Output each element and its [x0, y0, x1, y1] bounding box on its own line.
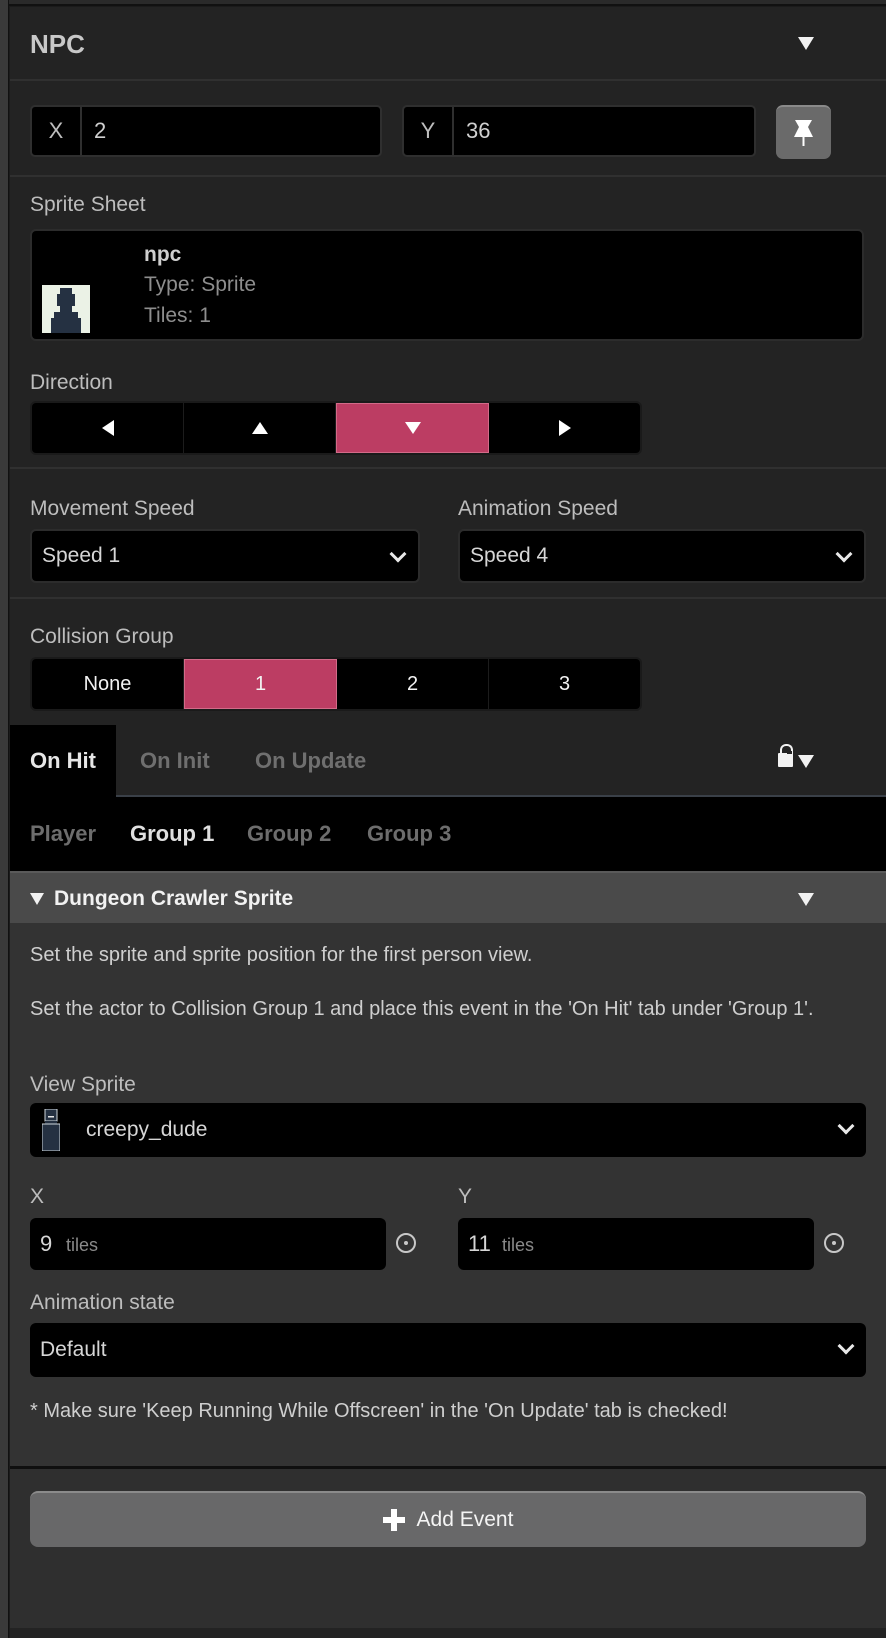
y-coordinate-field[interactable]: Y 36: [402, 105, 756, 157]
sprite-type: Type: Sprite: [144, 273, 256, 297]
position-row: X 2 Y 36: [10, 81, 886, 177]
event-x-value: 9: [40, 1231, 53, 1256]
arrow-up-icon: [251, 422, 268, 434]
subtab-group-1[interactable]: Group 1: [130, 797, 214, 871]
direction-down-button[interactable]: [336, 403, 489, 453]
event-y-value: 11: [468, 1231, 491, 1256]
actor-name[interactable]: NPC: [30, 29, 85, 60]
view-sprite-value: creepy_dude: [86, 1118, 208, 1141]
npc-sprite-icon: [51, 288, 81, 333]
sprite-section: Sprite Sheet npc Type: Sprite Tiles: 1 D…: [10, 177, 886, 469]
collision-group-selector: None 1 2 3: [30, 657, 642, 711]
sprite-sheet-label: Sprite Sheet: [30, 193, 146, 216]
add-event-button[interactable]: Add Event: [30, 1491, 866, 1547]
speed-section: Movement Speed Speed 1 Animation Speed S…: [10, 469, 886, 599]
window-top-edge: [0, 0, 886, 6]
tab-on-init[interactable]: On Init: [140, 725, 210, 797]
direction-selector: [30, 401, 642, 455]
chevron-down-icon: [837, 1117, 855, 1135]
panel-resize-rail[interactable]: [0, 0, 9, 1638]
collapse-event-icon[interactable]: [30, 893, 44, 905]
pin-button[interactable]: [776, 105, 831, 159]
movement-speed-select[interactable]: Speed 1: [30, 529, 420, 583]
plus-icon: [382, 1509, 405, 1531]
chevron-down-icon: [835, 545, 853, 563]
sprite-type-label: Type:: [144, 273, 196, 296]
event-x-input[interactable]: 9 tiles: [30, 1218, 386, 1270]
y-value[interactable]: 36: [466, 107, 490, 155]
actor-header: NPC: [10, 7, 886, 81]
animation-state-label: Animation state: [30, 1291, 175, 1314]
x-value[interactable]: 2: [94, 107, 106, 155]
animation-state-select[interactable]: Default: [30, 1323, 866, 1377]
event-body: Set the sprite and sprite position for t…: [10, 923, 886, 1469]
pin-icon: [794, 120, 813, 146]
sprite-name: npc: [144, 243, 182, 266]
x-coordinate-field[interactable]: X 2: [30, 105, 382, 157]
tab-on-update[interactable]: On Update: [255, 725, 366, 797]
event-description-1: Set the sprite and sprite position for t…: [30, 944, 533, 966]
sprite-tiles-value: 1: [199, 304, 211, 327]
arrow-left-icon: [101, 420, 114, 436]
event-menu-dropdown-icon[interactable]: [798, 893, 814, 906]
y-label: Y: [404, 107, 454, 155]
sprite-sheet-selector[interactable]: npc Type: Sprite Tiles: 1: [30, 229, 864, 341]
event-title: Dungeon Crawler Sprite: [54, 887, 294, 910]
subtab-group-2[interactable]: Group 2: [247, 797, 331, 871]
movement-speed-value: Speed 1: [42, 544, 121, 567]
movement-speed-label: Movement Speed: [30, 497, 195, 520]
panel-bottom-strip: [10, 1628, 886, 1638]
select-position-icon[interactable]: [396, 1233, 416, 1253]
unlock-icon[interactable]: [778, 744, 793, 767]
animation-state-value: Default: [40, 1338, 107, 1361]
collision-group-3[interactable]: 3: [489, 659, 640, 709]
event-y-unit: tiles: [502, 1235, 535, 1255]
add-event-label: Add Event: [416, 1508, 514, 1531]
creepy-dude-sprite-icon: [42, 1109, 60, 1151]
event-note: * Make sure 'Keep Running While Offscree…: [30, 1400, 728, 1422]
direction-left-button[interactable]: [32, 403, 184, 453]
collision-group-2[interactable]: 2: [337, 659, 489, 709]
actor-menu-dropdown-icon[interactable]: [798, 37, 814, 50]
animation-speed-value: Speed 4: [470, 544, 549, 567]
animation-speed-label: Animation Speed: [458, 497, 618, 520]
collision-group-none[interactable]: None: [32, 659, 184, 709]
sprite-thumbnail: [42, 285, 90, 333]
event-footer: Add Event: [10, 1469, 886, 1638]
script-menu-dropdown-icon[interactable]: [798, 755, 814, 768]
select-position-icon[interactable]: [824, 1233, 844, 1253]
sprite-tiles-label: Tiles:: [144, 304, 194, 327]
chevron-down-icon: [389, 545, 407, 563]
sprite-tiles: Tiles: 1: [144, 304, 211, 328]
sprite-type-value: Sprite: [201, 273, 257, 296]
direction-label: Direction: [30, 371, 113, 394]
event-description-2: Set the actor to Collision Group 1 and p…: [30, 998, 814, 1020]
collision-group-label: Collision Group: [30, 625, 174, 648]
event-header[interactable]: Dungeon Crawler Sprite: [10, 871, 886, 923]
event-y-label: Y: [458, 1185, 473, 1208]
animation-speed-select[interactable]: Speed 4: [458, 529, 866, 583]
x-label: X: [32, 107, 82, 155]
arrow-right-icon: [558, 420, 571, 436]
view-sprite-label: View Sprite: [30, 1073, 136, 1096]
direction-right-button[interactable]: [489, 403, 640, 453]
hit-group-tabs: Player Group 1 Group 2 Group 3: [10, 797, 886, 871]
chevron-down-icon: [837, 1337, 855, 1355]
npc-inspector-panel: NPC X 2 Y 36 Sprite Sheet npc Type: Spri…: [10, 7, 886, 1638]
subtab-player[interactable]: Player: [30, 797, 96, 871]
event-x-unit: tiles: [66, 1235, 99, 1255]
arrow-down-icon: [404, 422, 421, 434]
tab-on-hit[interactable]: On Hit: [10, 725, 116, 797]
event-y-input[interactable]: 11 tiles: [458, 1218, 814, 1270]
view-sprite-select[interactable]: creepy_dude: [30, 1103, 866, 1157]
direction-up-button[interactable]: [184, 403, 336, 453]
collision-group-section: Collision Group None 1 2 3: [10, 599, 886, 725]
script-tabs: On Hit On Init On Update: [10, 725, 886, 797]
subtab-group-3[interactable]: Group 3: [367, 797, 451, 871]
collision-group-1[interactable]: 1: [184, 659, 337, 709]
event-x-label: X: [30, 1185, 45, 1208]
